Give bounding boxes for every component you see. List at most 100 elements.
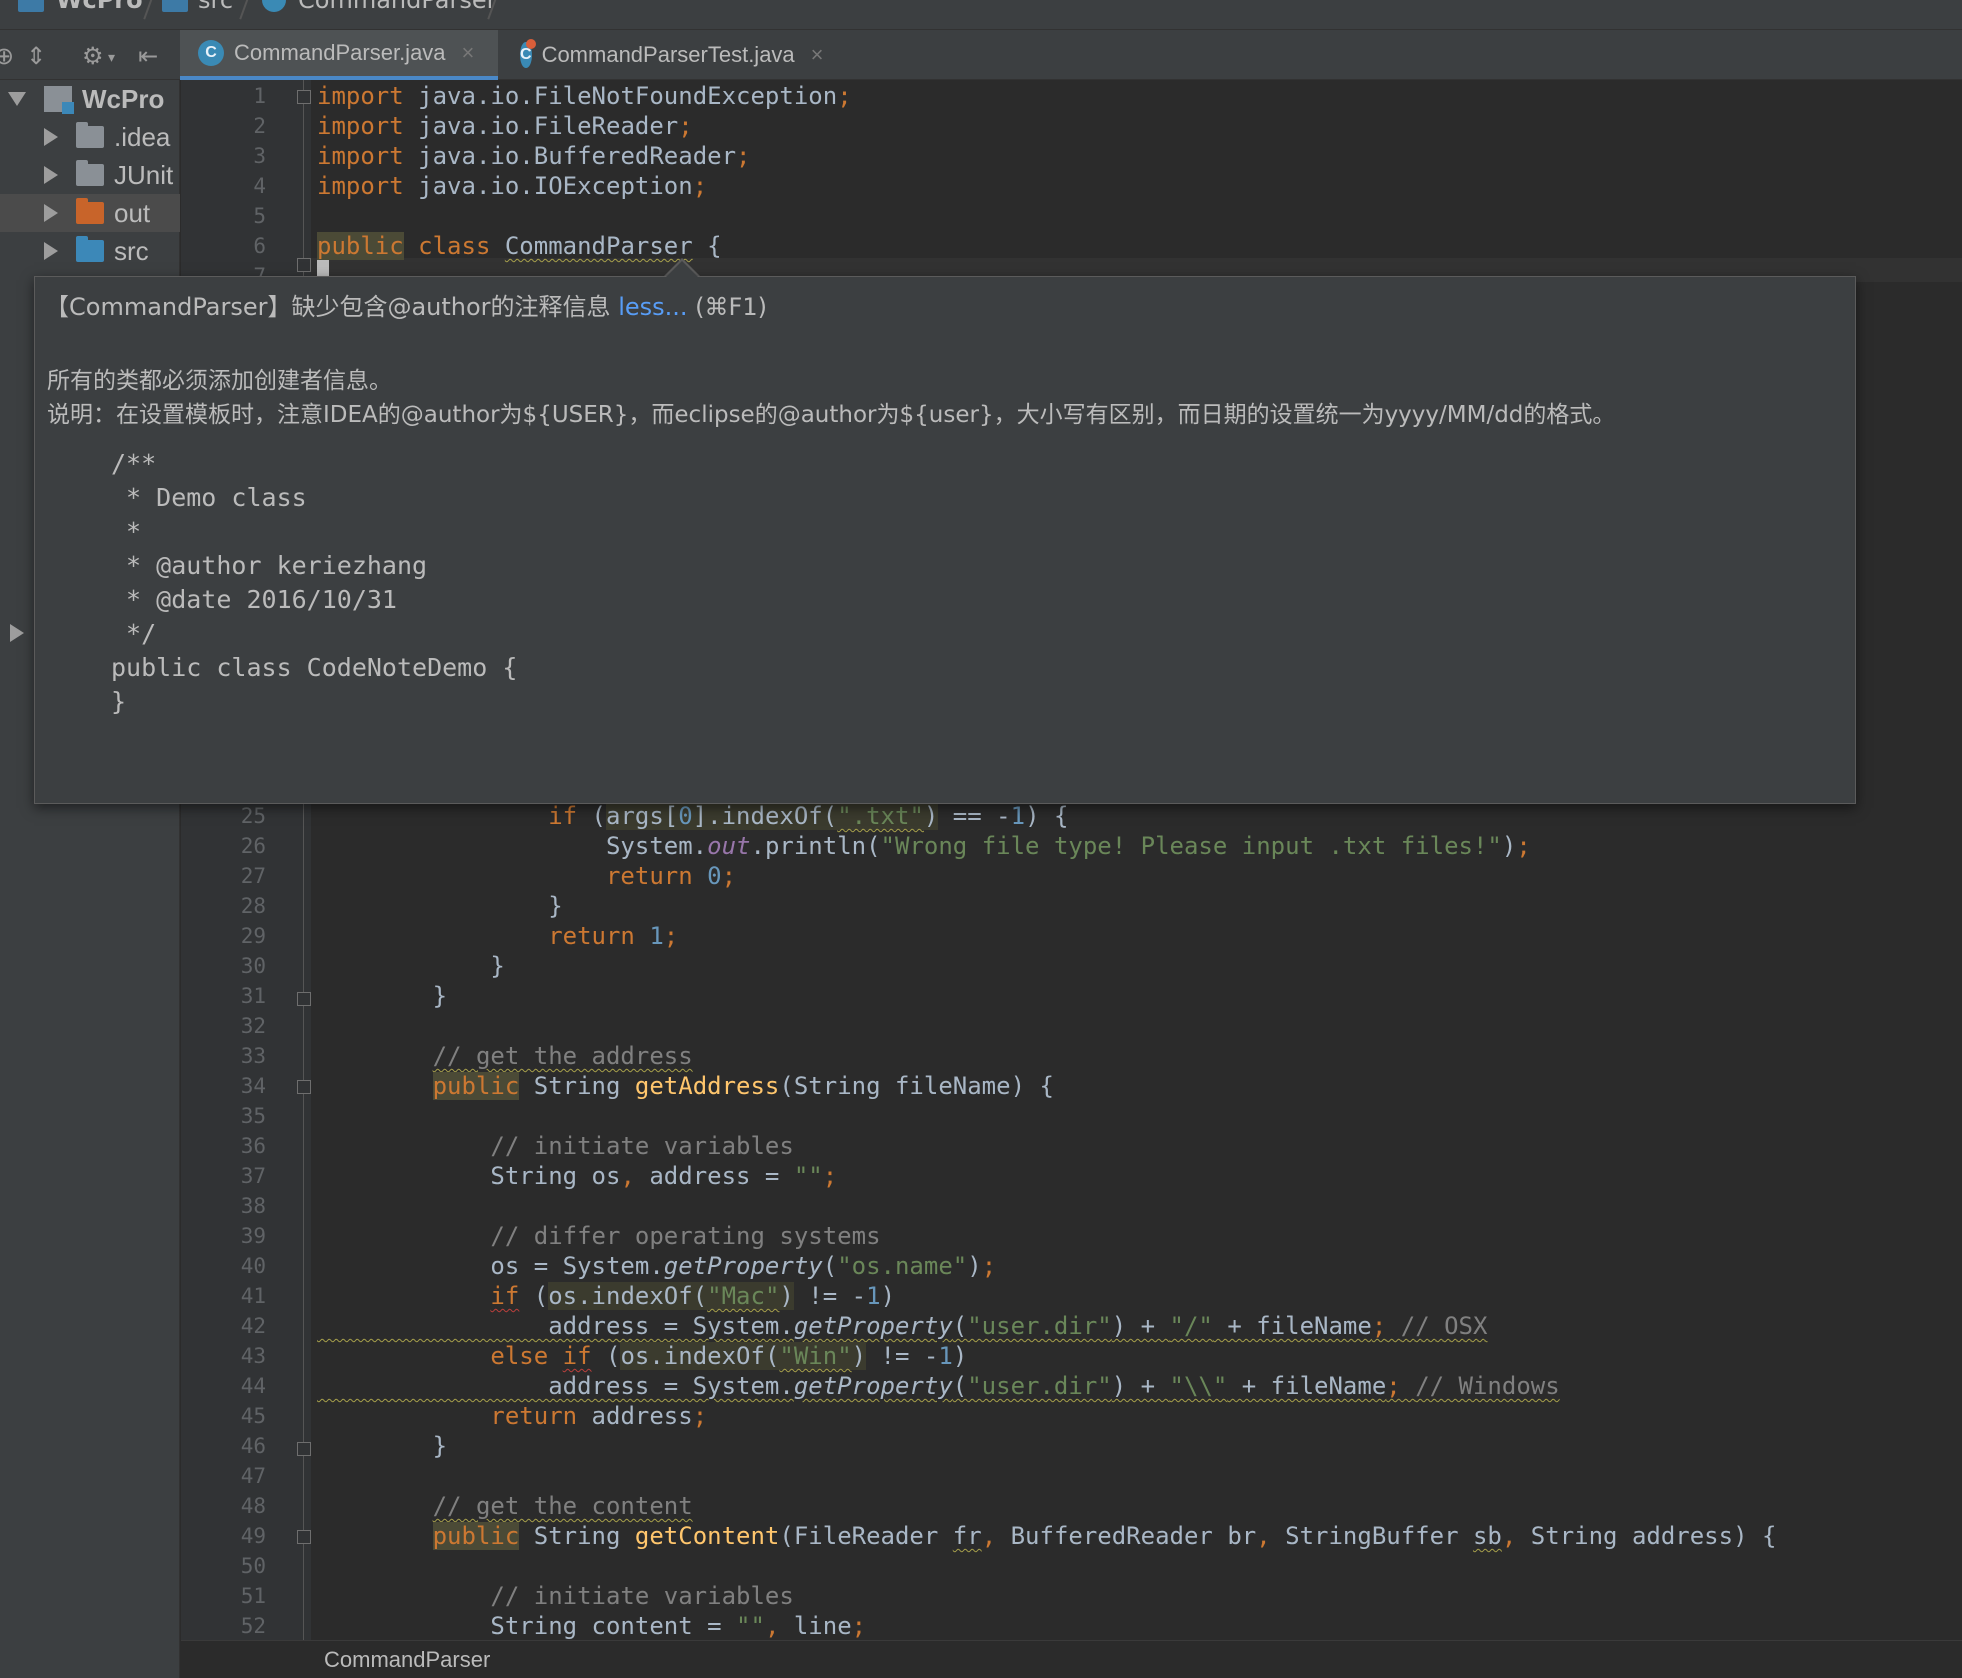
line-number: 46 [240,1434,266,1458]
tab-commandparsertest[interactable]: C CommandParserTest.java × [502,30,824,80]
code-line: System.out.println("Wrong file type! Ple… [317,832,1531,860]
line-number: 52 [240,1614,266,1638]
tree-item-label: WcPro [82,83,165,114]
collapse-arrow-icon[interactable] [10,624,24,642]
tooltip-title-text: 【CommandParser】缺少包含@author的注释信息 [45,293,619,321]
tooltip-shortcut: (⌘F1) [687,293,767,321]
code-line: public class CommandParser { [317,232,722,260]
tree-item-label: out [114,197,151,228]
tooltip-code-line: * @author keriezhang [111,551,428,580]
fold-marker-icon[interactable] [297,1442,311,1456]
code-line: return 0; [605,862,737,890]
line-number: 28 [240,894,266,918]
module-icon [44,86,74,114]
source-folder-icon [76,236,104,262]
line-number: 43 [240,1344,266,1368]
line-number: 6 [253,234,266,258]
chevron-down-icon[interactable]: ▾ [108,50,115,66]
tree-item-label: JUnit [114,159,174,190]
line-number: 1 [253,84,266,108]
nav-crumb-file[interactable]: CommandParser [298,0,496,14]
tab-commandparser[interactable]: C CommandParser.java × [180,30,498,80]
line-number: 42 [240,1314,266,1338]
code-line: // get the address [432,1042,693,1070]
line-number: 5 [253,204,266,228]
line-number: 33 [240,1044,266,1068]
line-number: 39 [240,1224,266,1248]
class-icon: C [198,40,224,66]
line-number: 31 [240,984,266,1008]
gear-icon[interactable]: ⚙ [82,42,104,70]
editor-tab-bar: C CommandParser.java × C CommandParserTe… [180,30,1962,80]
line-number: 34 [240,1074,266,1098]
nav-crumb-folder[interactable]: src [198,0,233,14]
tooltip-pointer-inner [666,261,698,277]
code-line: import java.io.FileNotFoundException; [317,82,852,110]
line-number: 47 [240,1464,266,1488]
tooltip-code-line: * @date 2016/10/31 [111,585,397,614]
line-number: 51 [240,1584,266,1608]
fold-marker-icon[interactable] [297,1530,311,1544]
nav-crumb-project[interactable]: WcPro [56,0,143,14]
line-number: 3 [253,144,266,168]
collapse-arrow-icon[interactable] [44,128,58,146]
fold-marker-icon[interactable] [297,90,311,104]
tooltip-explanation: 说明：在设置模板时，注意IDEA的@author为${USER}，而eclips… [47,402,1616,428]
tree-item-label: src [114,235,149,266]
collapse-all-icon[interactable]: ⇕ [26,42,46,70]
line-number: 40 [240,1254,266,1278]
line-number: 44 [240,1374,266,1398]
inspection-tooltip: 【CommandParser】缺少包含@author的注释信息 less... … [34,276,1856,804]
code-line: // differ operating systems [490,1222,881,1250]
tab-label: CommandParserTest.java [541,42,795,67]
tree-item-out[interactable]: out [0,194,180,232]
sync-icon[interactable]: ⊕ [0,42,14,70]
line-number: 49 [240,1524,266,1548]
tree-item-wcpro[interactable]: WcPro [0,80,180,118]
tooltip-code-line: /** [111,449,157,478]
tree-item-src[interactable]: src [0,232,180,270]
fold-marker-icon[interactable] [297,258,311,272]
expand-arrow-icon[interactable] [8,92,26,106]
tooltip-code-line: } [111,687,127,716]
fold-marker-icon[interactable] [297,1080,311,1094]
code-line: } [317,1432,448,1460]
folder-icon [162,0,188,12]
code-line: return address; [490,1402,708,1430]
folder-icon [76,160,104,186]
tree-item-idea[interactable]: .idea [0,118,180,156]
code-line: String content = "", line; [317,1612,867,1640]
hide-panel-icon[interactable]: ⇤ [138,42,158,70]
line-number: 25 [240,804,266,828]
collapse-arrow-icon[interactable] [44,204,58,222]
breadcrumb-class[interactable]: CommandParser [324,1647,490,1673]
line-number: 35 [240,1104,266,1128]
line-number: 48 [240,1494,266,1518]
line-number: 45 [240,1404,266,1428]
close-icon[interactable]: × [811,42,824,68]
line-number: 27 [240,864,266,888]
code-line: } [317,952,505,980]
line-number: 26 [240,834,266,858]
line-number: 37 [240,1164,266,1188]
code-line: if (os.indexOf("Mac") != -1) [490,1282,896,1310]
navigation-bar: WcPro src CommandParser [0,0,1962,30]
fold-marker-icon[interactable] [297,992,311,1006]
tooltip-description: 所有的类都必须添加创建者信息。 [47,368,392,394]
code-line: address = System.getProperty("user.dir")… [317,1372,1560,1400]
close-icon[interactable]: × [462,40,475,66]
line-number: 29 [240,924,266,948]
collapse-arrow-icon[interactable] [44,166,58,184]
tree-item-junit[interactable]: JUnit [0,156,180,194]
tooltip-code-line: */ [111,619,157,648]
less-link[interactable]: less... [618,293,687,321]
code-line: // get the content [432,1492,693,1520]
tooltip-code-line: * [111,517,142,546]
tooltip-code-line: public class CodeNoteDemo { [111,653,518,682]
collapse-arrow-icon[interactable] [44,242,58,260]
nav-separator [143,0,155,20]
line-number: 2 [253,114,266,138]
code-line: import java.io.BufferedReader; [317,142,751,170]
tree-item-label: .idea [114,121,171,152]
project-icon [18,0,44,12]
